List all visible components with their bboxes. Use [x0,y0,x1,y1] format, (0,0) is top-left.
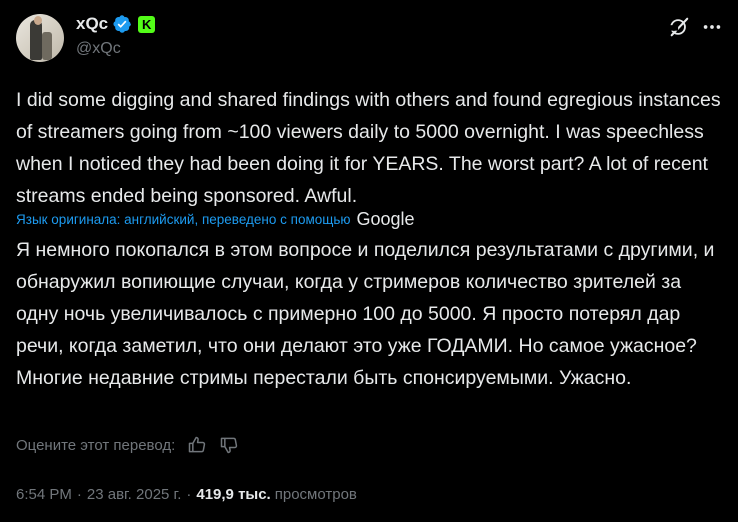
author-display-name[interactable]: xQc [76,14,108,34]
tweet-time[interactable]: 6:54 PM [16,486,72,503]
avatar[interactable] [16,14,64,62]
views-count: 419,9 тыс. [196,485,271,503]
avatar-figure [30,20,42,60]
tweet-date[interactable]: 23 авг. 2025 г. [87,486,181,503]
translated-text: Я немного покопался в этом вопросе и под… [16,239,715,389]
rate-translation-label: Оцените этот перевод: [16,436,176,454]
translation-attribution: Язык оригинала: английский, переведено с… [16,207,415,231]
tweet-text: I did some digging and shared findings w… [16,89,721,207]
thumbs-up-icon[interactable] [187,435,207,455]
avatar-head [34,16,42,25]
kick-badge-icon[interactable]: K [138,15,156,33]
translation-label[interactable]: Язык оригинала: английский, переведено с… [16,212,351,227]
verified-badge-icon[interactable] [112,14,132,34]
author-name-row: xQc K [76,13,156,35]
more-options-icon[interactable] [701,16,723,38]
views-label: просмотров [274,485,357,503]
avatar-background-figure [42,32,52,60]
author-handle[interactable]: @xQc [76,40,121,58]
meta-separator: · [76,485,82,503]
meta-separator: · [186,485,192,503]
tweet-meta: 6:54 PM · 23 авг. 2025 г. · 419,9 тыс. п… [16,482,357,506]
thumbs-down-icon[interactable] [219,435,239,455]
rate-translation-row: Оцените этот перевод: [16,432,239,458]
grok-icon[interactable] [668,16,690,38]
google-logo: Google [356,208,415,229]
